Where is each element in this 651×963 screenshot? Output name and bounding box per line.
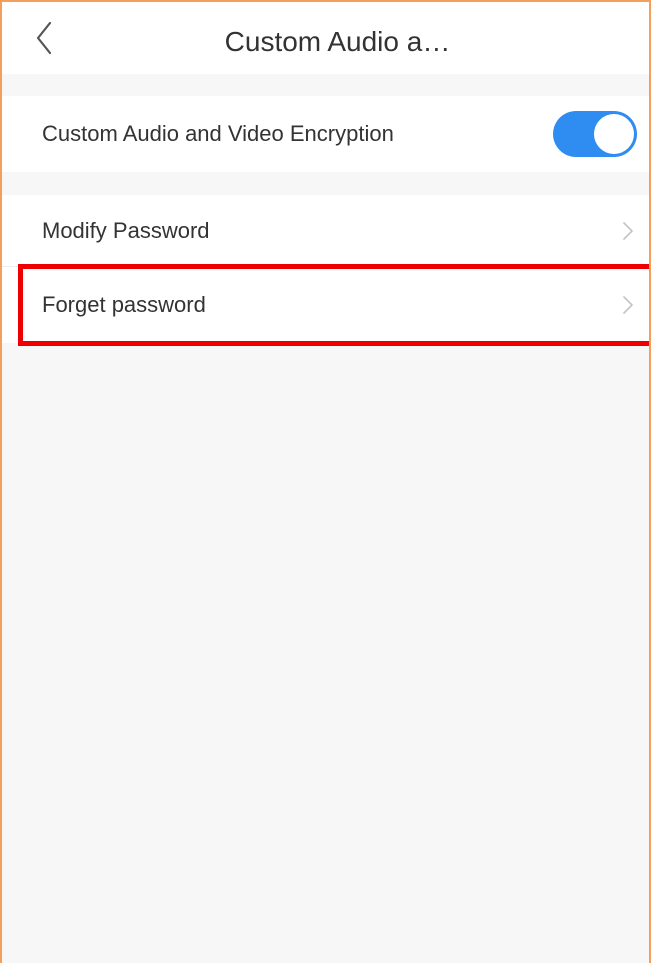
modify-password-row[interactable]: Modify Password bbox=[2, 195, 649, 267]
encryption-label: Custom Audio and Video Encryption bbox=[42, 121, 394, 146]
app-screen: Custom Audio a… Custom Audio and Video E… bbox=[0, 0, 651, 963]
modify-password-label: Modify Password bbox=[42, 217, 210, 243]
forget-password-label: Forget password bbox=[42, 292, 206, 317]
toggle-knob bbox=[594, 114, 634, 154]
encryption-toggle[interactable] bbox=[553, 111, 637, 157]
forget-password-row[interactable]: Forget password bbox=[2, 267, 649, 343]
chevron-right-icon bbox=[623, 296, 633, 314]
page-title: Custom Audio a… bbox=[224, 26, 451, 57]
encryption-setting-row: Custom Audio and Video Encryption bbox=[2, 96, 649, 172]
navigation-bar: Custom Audio a… bbox=[2, 2, 649, 74]
chevron-right-icon bbox=[623, 221, 633, 240]
